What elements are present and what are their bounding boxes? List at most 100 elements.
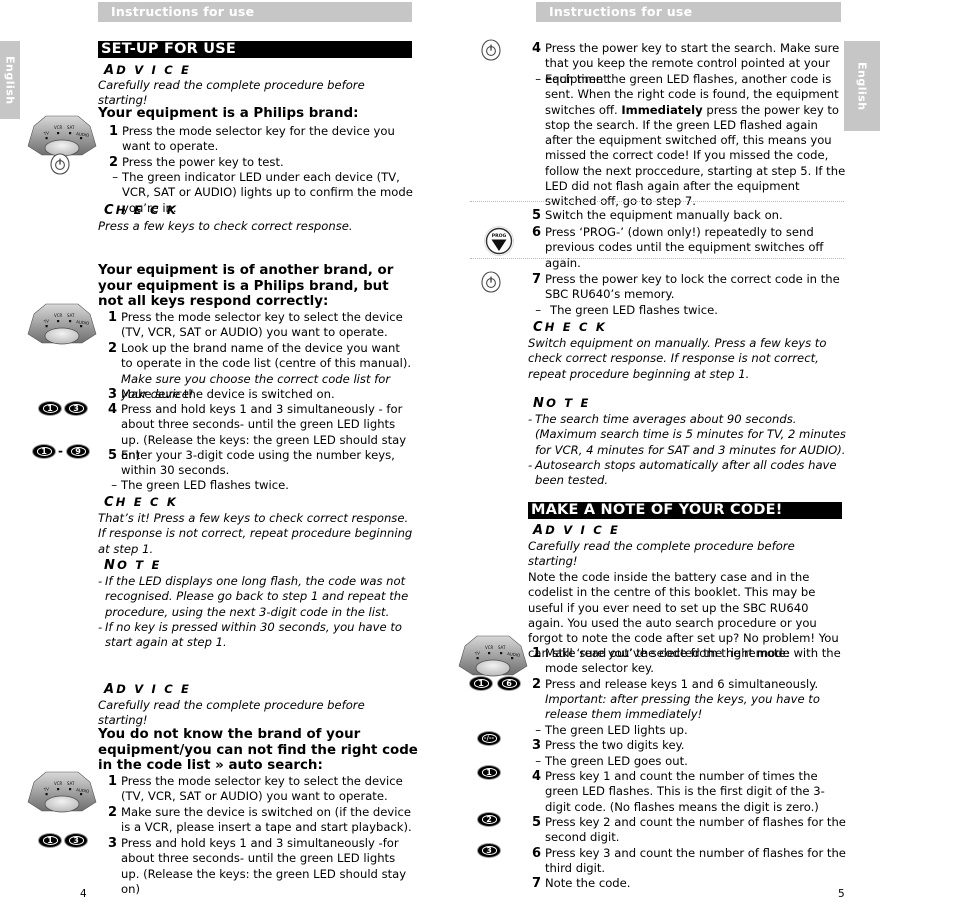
advice-kicker-right: AD V I C E [533, 523, 620, 538]
note-kicker-left: NO T E [104, 558, 162, 573]
key-icon-1-autosearch: 1 [38, 833, 62, 848]
key-label: 2 [481, 815, 497, 824]
note-text: If the LED displays one long flash, the … [105, 574, 409, 619]
key-range-separator: - [58, 444, 63, 458]
check-text-right: Switch equipment on manually. Press a fe… [528, 336, 827, 381]
step-item: 2 Look up the brand name of the device y… [104, 341, 412, 372]
step-text: Press the power key to test. [122, 155, 284, 169]
step-bullet: – [535, 72, 541, 86]
key-label: 1 [42, 836, 58, 845]
step-bullet: – [111, 478, 117, 492]
kicker-rest: H E C K [115, 495, 178, 509]
svg-text:TV: TV [42, 318, 49, 324]
key-icon-two-digits: -/-- [477, 731, 501, 746]
key-icon-6-readout: 6 [497, 676, 521, 691]
step-text: Press the mode selector key to select th… [121, 310, 403, 340]
language-tab-left: English [0, 41, 20, 119]
step-text: Press the mode selector key for the devi… [122, 124, 395, 154]
section-banner-make-note: MAKE A NOTE OF YOUR CODE! [528, 502, 842, 519]
note-bullet: - [98, 574, 103, 588]
step-item: 1 Press the mode selector key to select … [104, 310, 416, 341]
key-label: 1 [36, 447, 52, 456]
check-kicker-1: CH E C K [104, 203, 178, 218]
step-text: The green LED flashes twice. [550, 303, 718, 317]
step-number: 3 [107, 836, 117, 851]
kicker-initial: A [104, 63, 117, 78]
step-text: Press the mode selector key to select th… [121, 774, 403, 804]
remote-top-illustration-3: TV VCR SAT AUDIO [24, 768, 100, 816]
power-key-icon-1 [49, 152, 71, 180]
step-item: 5 Press key 2 and count the number of fl… [528, 815, 846, 846]
kicker-initial: A [533, 523, 546, 538]
step-bullet: – [535, 723, 541, 737]
key-label: -/-- [481, 734, 497, 743]
step-item: 7 Press the power key to lock the correc… [528, 272, 846, 303]
step-number: 6 [531, 846, 541, 861]
key-label: 6 [501, 679, 517, 688]
check-text-2: That’s it! Press a few keys to check cor… [98, 511, 413, 556]
step-item: – The green LED goes out. [528, 754, 846, 769]
power-key-icon-3 [480, 270, 502, 298]
step-text: Make sure the device is switched on (if … [121, 805, 412, 835]
key-label: 9 [70, 447, 86, 456]
step-number: 1 [108, 124, 118, 139]
check-text-1: Press a few keys to check correct respon… [98, 219, 353, 233]
step-bullet: – [535, 303, 541, 317]
step-item: – The green LED flashes twice. [104, 478, 412, 493]
kicker-rest: D V I C E [545, 523, 621, 537]
section-heading-another-brand: Your equipment is of another brand, or y… [98, 263, 394, 310]
step-text: Press key 1 and count the number of time… [545, 769, 825, 814]
step-note-release-keys: Important: after pressing the keys, you … [545, 692, 820, 722]
kicker-initial: C [104, 495, 116, 510]
step-text: Make sure the device is switched on. [121, 387, 335, 401]
step-number: 3 [531, 738, 541, 753]
note-bullet: - [528, 458, 533, 472]
emphasis-immediately: Immediately [621, 102, 703, 117]
step-item: 5 Switch the equipment manually back on. [528, 208, 846, 223]
advice-text-right: Carefully read the complete procedure be… [528, 539, 795, 569]
check-kicker-right: CH E C K [533, 320, 607, 335]
step-text: The green LED goes out. [545, 754, 688, 768]
note-item: - The search time averages about 90 seco… [528, 412, 846, 458]
step-item: 2 Make sure the device is switched on (i… [104, 805, 412, 836]
svg-text:VCR: VCR [54, 313, 63, 318]
remote-top-illustration-4: TV VCR SAT AUDIO [455, 632, 531, 680]
page-number-left: 4 [80, 888, 87, 900]
page-number-right: 5 [838, 888, 845, 900]
step-text: The green LED flashes twice. [121, 478, 289, 492]
step-item: 4 Press key 1 and count the number of ti… [528, 769, 846, 815]
svg-text:TV: TV [42, 130, 49, 136]
key-icon-3-autosearch: 3 [64, 833, 88, 848]
note-kicker-right: NO T E [533, 396, 591, 411]
step-text: The green LED lights up. [545, 723, 688, 737]
section-heading-philips-brand: Your equipment is a Philips brand: [98, 106, 359, 121]
kicker-rest: H E C K [115, 203, 178, 217]
prog-down-key-icon: PROG [483, 225, 515, 261]
key-icon-3: 3 [64, 401, 88, 416]
running-header-left: Instructions for use [98, 2, 412, 22]
svg-text:SAT: SAT [498, 645, 506, 650]
section-heading-auto-search: You do not know the brand of your equipm… [98, 727, 418, 774]
step-number: 3 [107, 387, 117, 402]
step-bullet: – [535, 754, 541, 768]
step-item: 1 Make sure you’ve selected the right mo… [528, 646, 846, 677]
step-number: 5 [107, 448, 117, 463]
note-text: Autosearch stops automatically after all… [535, 458, 837, 488]
step-number: 2 [108, 155, 118, 170]
step-item: 3 Make sure the device is switched on. [104, 387, 412, 402]
step-text: Press and release keys 1 and 6 simultane… [545, 677, 819, 691]
left-page: Instructions for use English SET-UP FOR … [0, 0, 470, 912]
step-number: 7 [531, 876, 541, 891]
check-kicker-2: CH E C K [104, 495, 178, 510]
key-icon-1-readout: 1 [469, 676, 493, 691]
step-text: Press key 2 and count the number of flas… [545, 815, 846, 845]
advice-text-1: Carefully read the complete procedure be… [98, 78, 365, 108]
key-icon-1-range-start: 1 [32, 444, 56, 459]
kicker-initial: N [533, 396, 547, 411]
step-item: 1 Press the mode selector key to select … [104, 774, 416, 805]
key-icon-3-digit: 3 [477, 843, 501, 858]
step-number: 1 [531, 646, 541, 661]
step-text: Look up the brand name of the device you… [121, 341, 412, 371]
step-text: Switch the equipment manually back on. [545, 208, 783, 222]
key-icon-1-digit: 1 [477, 765, 501, 780]
